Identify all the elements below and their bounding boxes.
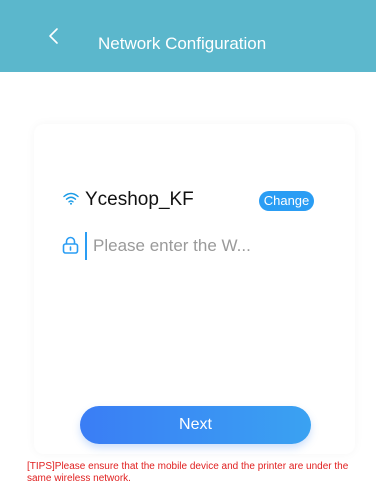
change-network-button[interactable]: Change bbox=[259, 191, 314, 211]
config-card bbox=[34, 124, 355, 454]
back-button[interactable] bbox=[44, 26, 64, 46]
tips-text: [TIPS]Please ensure that the mobile devi… bbox=[27, 461, 349, 484]
network-ssid: Yceshop_KF bbox=[85, 189, 194, 210]
next-button[interactable]: Next bbox=[80, 406, 311, 444]
page-title: Network Configuration bbox=[98, 34, 267, 53]
chevron-left-icon bbox=[49, 28, 58, 44]
wifi-password-input[interactable] bbox=[85, 232, 315, 260]
lock-icon bbox=[62, 236, 79, 254]
app-header: Network Configuration bbox=[0, 0, 376, 72]
wifi-icon bbox=[63, 192, 79, 205]
